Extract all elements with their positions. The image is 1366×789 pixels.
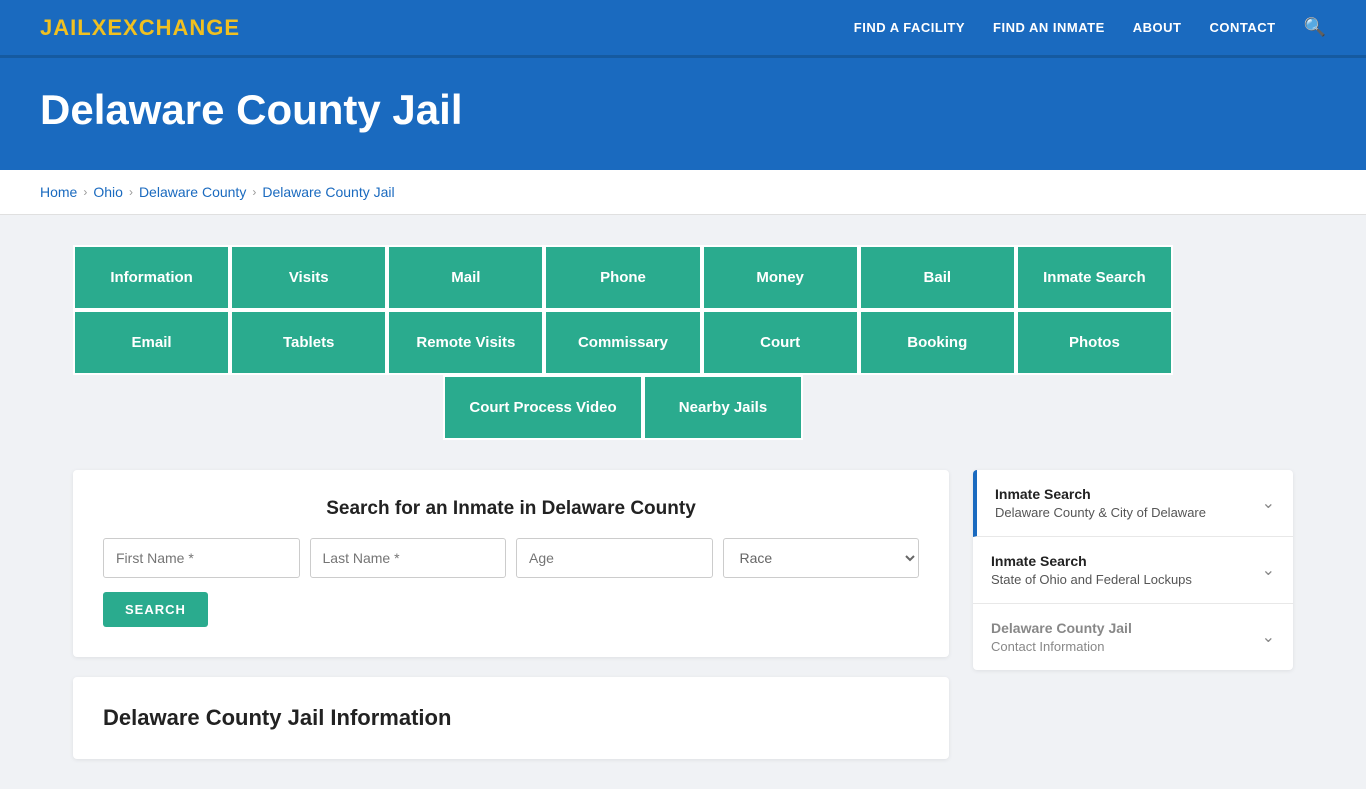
btn-email[interactable]: Email: [73, 310, 230, 375]
sidebar-item-inmate-search-delaware[interactable]: Inmate Search Delaware County & City of …: [973, 470, 1293, 537]
btn-visits[interactable]: Visits: [230, 245, 387, 310]
sidebar-card: Inmate Search Delaware County & City of …: [973, 470, 1293, 670]
sidebar-item-title-2: Inmate Search: [991, 553, 1192, 569]
chevron-down-icon-1: ⌄: [1262, 493, 1275, 513]
age-input[interactable]: [516, 538, 713, 578]
nav-contact[interactable]: CONTACT: [1209, 20, 1275, 35]
main-layout: Search for an Inmate in Delaware County …: [73, 470, 1293, 759]
btn-photos[interactable]: Photos: [1016, 310, 1173, 375]
logo-jail: JAIL: [40, 15, 92, 40]
sidebar-item-subtitle-1: Delaware County & City of Delaware: [995, 505, 1206, 520]
page-title: Delaware County Jail: [40, 86, 1326, 134]
btn-mail[interactable]: Mail: [387, 245, 544, 310]
right-sidebar: Inmate Search Delaware County & City of …: [973, 470, 1293, 670]
search-icon[interactable]: 🔍: [1304, 17, 1326, 38]
breadcrumb-bar: Home › Ohio › Delaware County › Delaware…: [0, 170, 1366, 215]
breadcrumb-current: Delaware County Jail: [262, 184, 394, 200]
btn-tablets[interactable]: Tablets: [230, 310, 387, 375]
last-name-input[interactable]: [310, 538, 507, 578]
search-button[interactable]: SEARCH: [103, 592, 208, 627]
sidebar-item-text-1: Inmate Search Delaware County & City of …: [995, 486, 1206, 520]
nav-find-facility[interactable]: FIND A FACILITY: [854, 20, 965, 35]
btn-information[interactable]: Information: [73, 245, 230, 310]
btn-remote-visits[interactable]: Remote Visits: [387, 310, 544, 375]
sidebar-item-title-1: Inmate Search: [995, 486, 1206, 502]
search-fields: Race White Black Hispanic Asian Other: [103, 538, 919, 578]
breadcrumb: Home › Ohio › Delaware County › Delaware…: [40, 184, 1326, 200]
button-row-1: Information Visits Mail Phone Money Bail…: [73, 245, 1173, 310]
btn-booking[interactable]: Booking: [859, 310, 1016, 375]
sidebar-item-title-3: Delaware County Jail: [991, 620, 1132, 636]
breadcrumb-sep-3: ›: [252, 185, 256, 199]
content-wrapper: Information Visits Mail Phone Money Bail…: [33, 215, 1333, 789]
sidebar-item-subtitle-2: State of Ohio and Federal Lockups: [991, 572, 1192, 587]
breadcrumb-home[interactable]: Home: [40, 184, 77, 200]
left-column: Search for an Inmate in Delaware County …: [73, 470, 949, 759]
button-row-2: Email Tablets Remote Visits Commissary C…: [73, 310, 1173, 375]
logo-x: X: [92, 15, 108, 40]
button-grid: Information Visits Mail Phone Money Bail…: [73, 245, 1173, 440]
breadcrumb-sep-1: ›: [83, 185, 87, 199]
sidebar-item-contact-info[interactable]: Delaware County Jail Contact Information…: [973, 604, 1293, 670]
search-box: Search for an Inmate in Delaware County …: [73, 470, 949, 657]
site-header: JAILXEXCHANGE FIND A FACILITY FIND AN IN…: [0, 0, 1366, 58]
logo-exchange: EXCHANGE: [107, 15, 240, 40]
info-section: Delaware County Jail Information: [73, 677, 949, 759]
breadcrumb-ohio[interactable]: Ohio: [93, 184, 123, 200]
btn-money[interactable]: Money: [702, 245, 859, 310]
site-logo[interactable]: JAILXEXCHANGE: [40, 15, 240, 41]
race-select[interactable]: Race White Black Hispanic Asian Other: [723, 538, 920, 578]
btn-phone[interactable]: Phone: [544, 245, 701, 310]
btn-commissary[interactable]: Commissary: [544, 310, 701, 375]
btn-court-process-video[interactable]: Court Process Video: [443, 375, 643, 440]
search-title: Search for an Inmate in Delaware County: [103, 498, 919, 520]
nav-find-inmate[interactable]: FIND AN INMATE: [993, 20, 1105, 35]
button-row-3: Court Process Video Nearby Jails: [73, 375, 1173, 440]
breadcrumb-sep-2: ›: [129, 185, 133, 199]
btn-inmate-search[interactable]: Inmate Search: [1016, 245, 1173, 310]
main-nav: FIND A FACILITY FIND AN INMATE ABOUT CON…: [854, 17, 1326, 38]
sidebar-item-subtitle-3: Contact Information: [991, 639, 1132, 654]
btn-nearby-jails[interactable]: Nearby Jails: [643, 375, 803, 440]
nav-about[interactable]: ABOUT: [1133, 20, 1182, 35]
btn-court[interactable]: Court: [702, 310, 859, 375]
chevron-down-icon-3: ⌄: [1262, 627, 1275, 647]
btn-bail[interactable]: Bail: [859, 245, 1016, 310]
sidebar-item-text-3: Delaware County Jail Contact Information: [991, 620, 1132, 654]
sidebar-item-inmate-search-ohio[interactable]: Inmate Search State of Ohio and Federal …: [973, 537, 1293, 604]
chevron-down-icon-2: ⌄: [1262, 560, 1275, 580]
hero-section: Delaware County Jail: [0, 58, 1366, 170]
first-name-input[interactable]: [103, 538, 300, 578]
breadcrumb-delaware-county[interactable]: Delaware County: [139, 184, 246, 200]
info-title: Delaware County Jail Information: [103, 705, 919, 731]
sidebar-item-text-2: Inmate Search State of Ohio and Federal …: [991, 553, 1192, 587]
